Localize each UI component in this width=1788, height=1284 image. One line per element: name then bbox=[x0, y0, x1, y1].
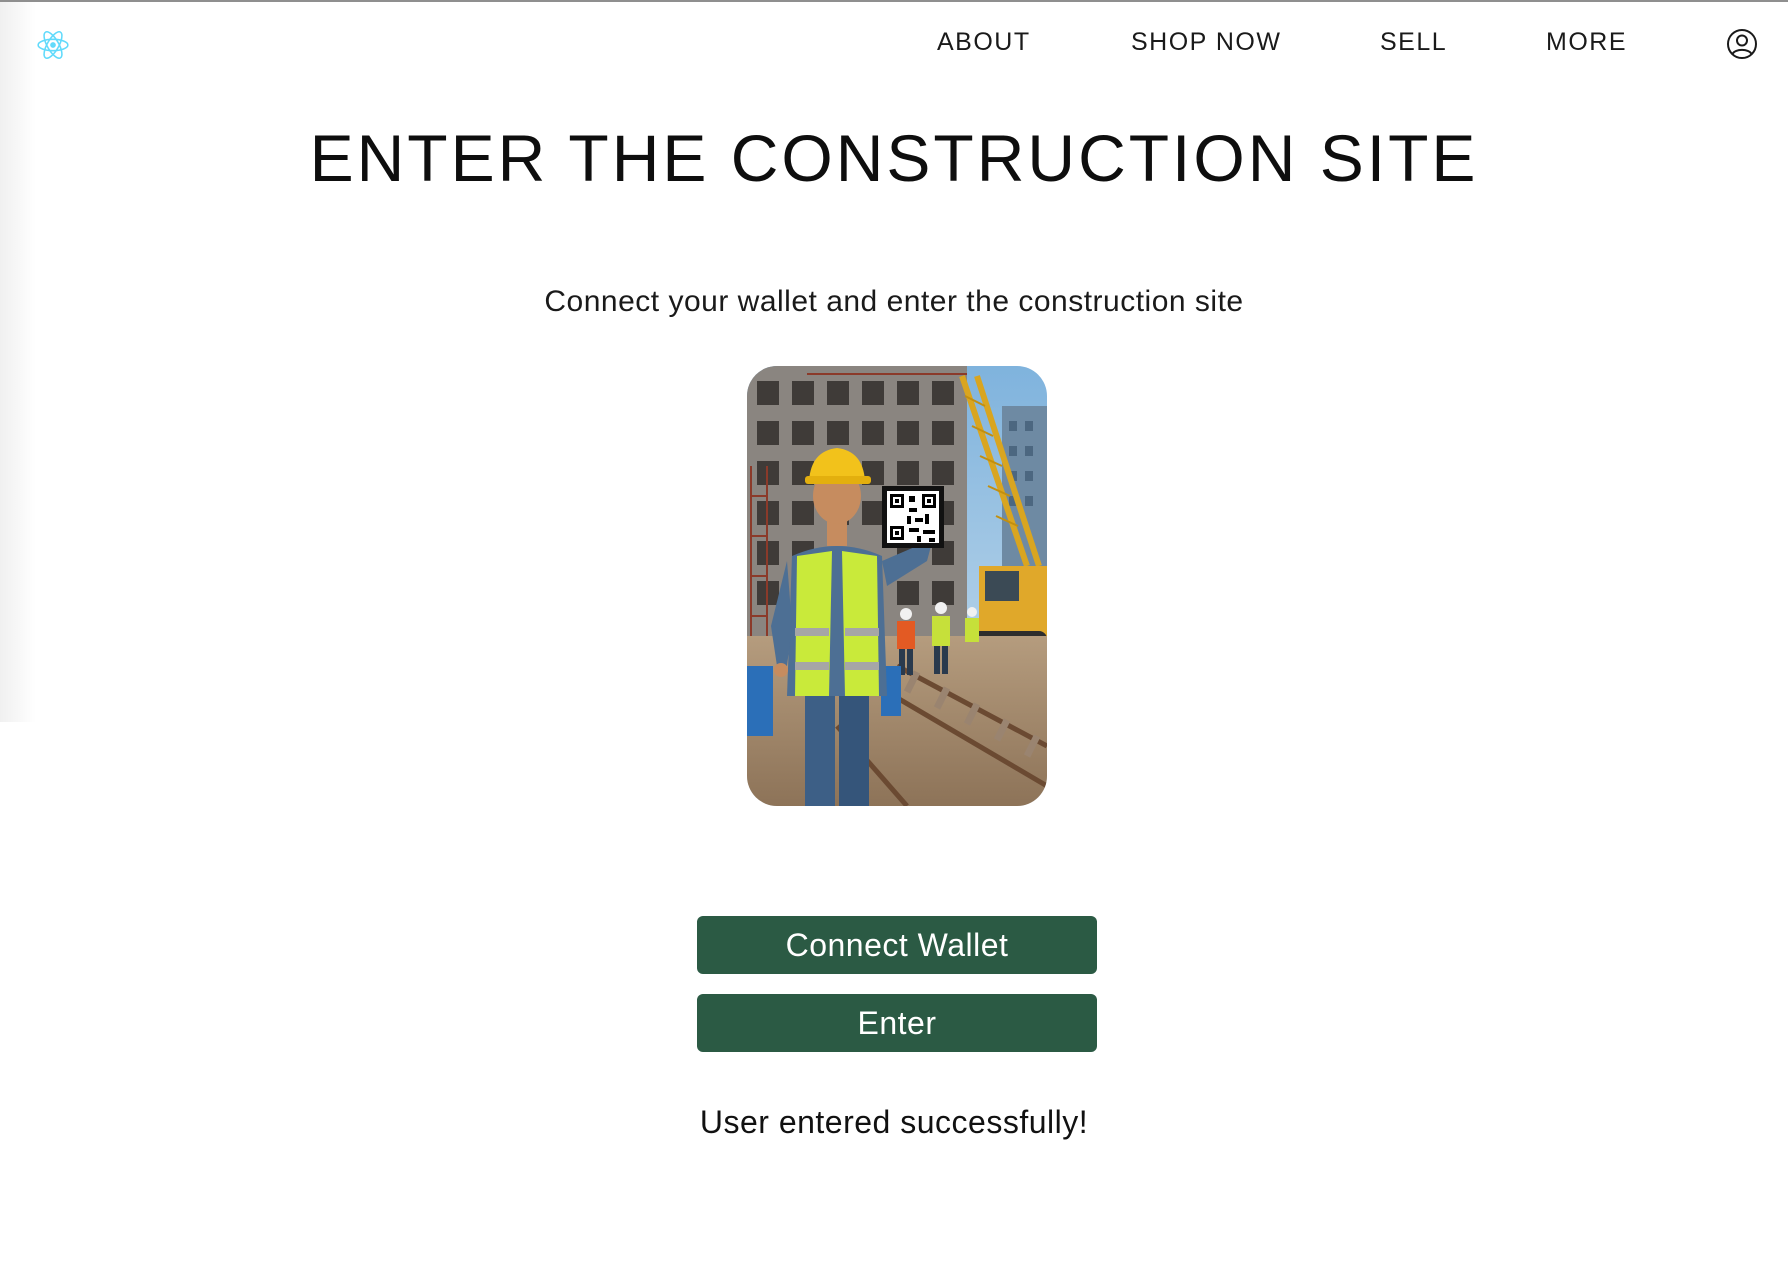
top-navigation-bar: ABOUT SHOP NOW SELL MORE bbox=[0, 2, 1788, 82]
left-edge-shadow bbox=[0, 2, 36, 722]
status-message: User entered successfully! bbox=[699, 1104, 1089, 1140]
nav-link-about[interactable]: ABOUT bbox=[937, 28, 1031, 57]
enter-button[interactable]: Enter bbox=[697, 994, 1097, 1052]
account-button[interactable] bbox=[1726, 28, 1758, 60]
page-title: ENTER THE CONSTRUCTION SITE bbox=[309, 121, 1479, 195]
react-atom-icon bbox=[37, 31, 69, 59]
construction-worker-illustration bbox=[747, 366, 1047, 806]
page-subtitle: Connect your wallet and enter the constr… bbox=[544, 285, 1244, 318]
nav-link-more[interactable]: MORE bbox=[1546, 28, 1627, 57]
react-logo-icon[interactable] bbox=[36, 28, 70, 62]
construction-worker-image bbox=[747, 366, 1047, 806]
nav-link-shop-now[interactable]: SHOP NOW bbox=[1131, 28, 1281, 57]
connect-wallet-button[interactable]: Connect Wallet bbox=[697, 916, 1097, 974]
nav-link-sell[interactable]: SELL bbox=[1380, 28, 1447, 57]
user-circle-icon bbox=[1727, 29, 1757, 59]
